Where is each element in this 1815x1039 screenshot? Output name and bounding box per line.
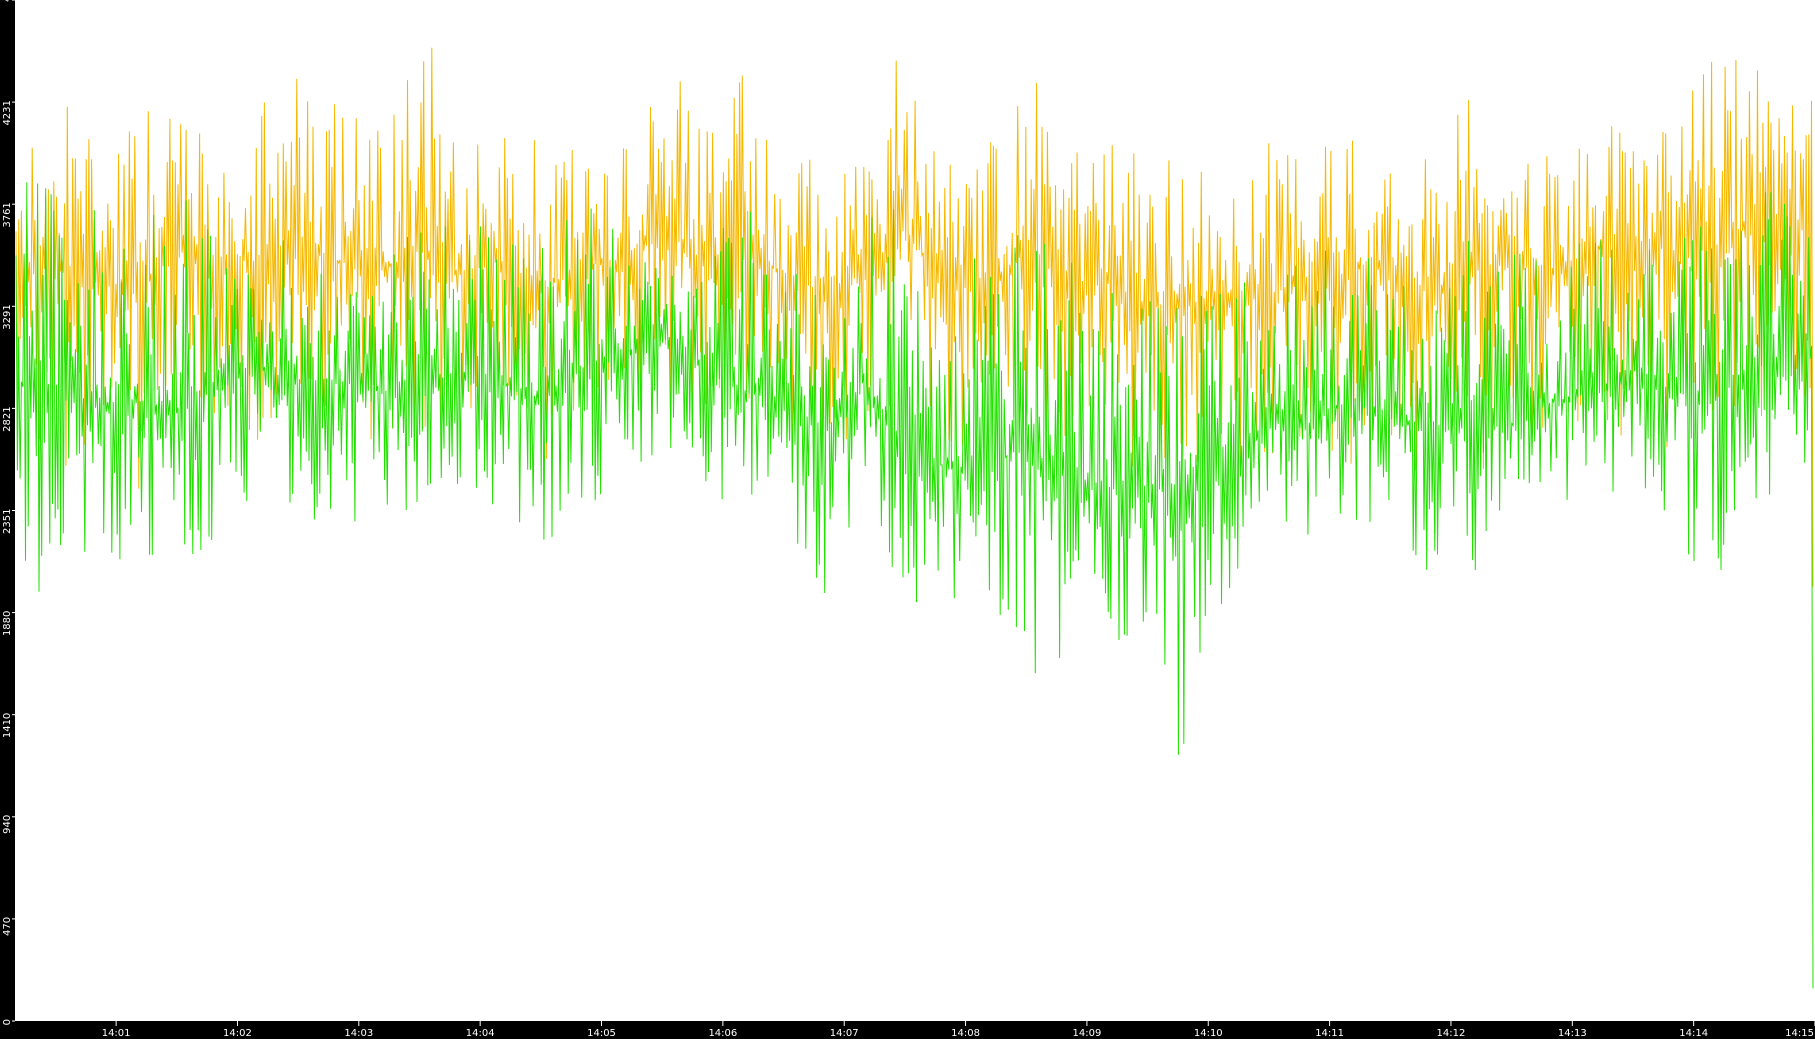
x-tick-label: 14:01 — [102, 1028, 131, 1039]
x-tick-label: 14:12 — [1437, 1028, 1466, 1039]
x-tick-label: 14:11 — [1315, 1028, 1344, 1039]
y-axis: 0 470 940 1410 1880 2351 2821 3291 3761 4231 4702 — [2, 0, 15, 1025]
x-tick-label: 14:05 — [587, 1028, 616, 1039]
x-tick-label: 14:13 — [1558, 1028, 1587, 1039]
x-tick-label: 14:03 — [344, 1028, 373, 1039]
y-tick-label: 470 — [2, 917, 13, 936]
y-tick-label: 4231 — [2, 100, 13, 125]
y-tick-label: 2821 — [2, 406, 13, 431]
y-tick-label: 3761 — [2, 202, 13, 227]
y-tick-label: 4702 — [2, 0, 13, 2]
x-tick-label: 14:06 — [708, 1028, 737, 1039]
x-tick-label: 14:15 — [1785, 1028, 1814, 1039]
x-tick-label: 14:02 — [223, 1028, 252, 1039]
y-tick-label: 0 — [2, 1019, 13, 1025]
x-tick-label: 14:10 — [1194, 1028, 1223, 1039]
y-tick-label: 940 — [2, 815, 13, 834]
x-axis: 14:01 14:02 14:03 14:04 14:05 14:06 14:07 14:08… — [102, 1021, 1815, 1039]
x-tick-label: 14:07 — [830, 1028, 859, 1039]
x-tick-label: 14:14 — [1679, 1028, 1708, 1039]
y-tick-label: 1880 — [2, 611, 13, 636]
y-tick-label: 1410 — [2, 713, 13, 738]
y-tick-label: 2351 — [2, 509, 13, 534]
x-tick-label: 14:04 — [466, 1028, 495, 1039]
chart-frame: 047094014101880235128213291376142314702 … — [2, 0, 1815, 1039]
x-tick-label: 14:08 — [951, 1028, 980, 1039]
y-tick-label: 3291 — [2, 304, 13, 329]
x-tick-label: 14:09 — [1072, 1028, 1101, 1039]
